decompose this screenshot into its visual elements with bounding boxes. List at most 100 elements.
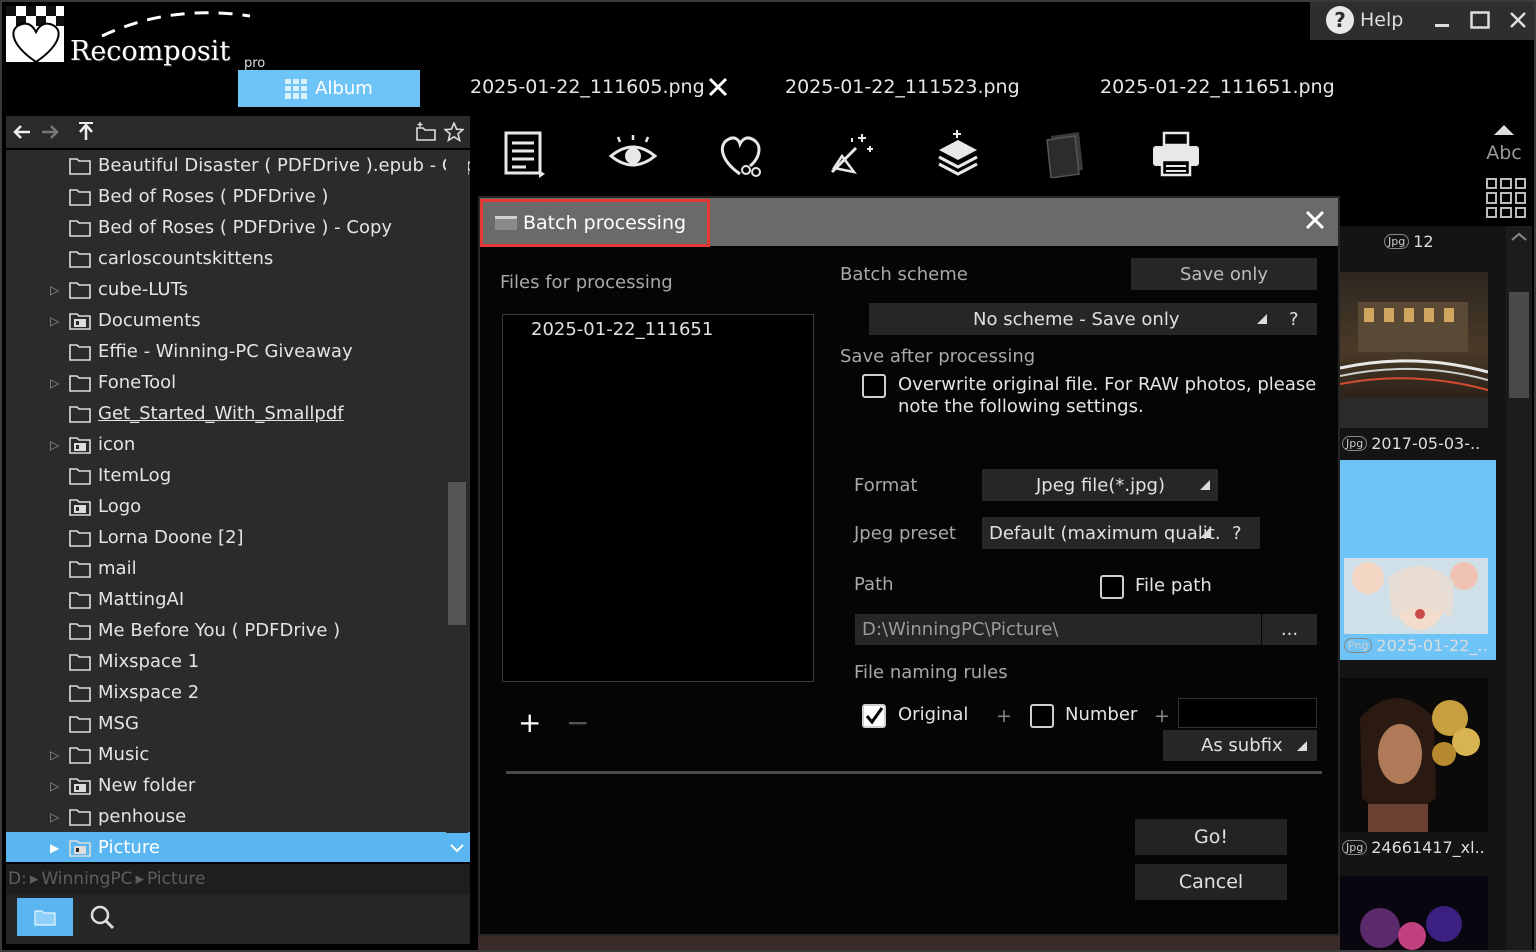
dialog-divider bbox=[506, 771, 1322, 774]
tab-close-button[interactable] bbox=[706, 76, 730, 100]
as-subfix-select[interactable]: As subfix bbox=[1163, 730, 1317, 761]
tree-item[interactable]: MSG bbox=[6, 708, 446, 739]
thumbnail-image-4[interactable] bbox=[1340, 876, 1488, 952]
tree-item[interactable]: ▷ FoneTool bbox=[6, 367, 446, 398]
tab-image-3[interactable]: 2025-01-22_111651.png bbox=[1100, 76, 1335, 98]
expand-arrow-icon[interactable]: ▷ bbox=[50, 283, 62, 297]
cancel-button[interactable]: Cancel bbox=[1135, 864, 1287, 900]
forward-button[interactable] bbox=[36, 118, 64, 146]
maximize-button[interactable] bbox=[1467, 7, 1493, 33]
tree-item[interactable]: MattingAI bbox=[6, 584, 446, 615]
tree-item[interactable]: carloscountskittens bbox=[6, 243, 446, 274]
expand-arrow-icon[interactable]: ▷ bbox=[50, 810, 62, 824]
expand-arrow-icon[interactable]: ▷ bbox=[50, 748, 62, 762]
image-folder-icon bbox=[69, 839, 91, 857]
scheme-select[interactable]: No scheme - Save only ? bbox=[869, 303, 1317, 335]
current-path: D: ▸ WinningPC ▸ Picture bbox=[6, 864, 470, 894]
tree-item[interactable]: Bed of Roses ( PDFDrive ) - Copy bbox=[6, 212, 446, 243]
expand-arrow-icon[interactable]: ▷ bbox=[50, 779, 62, 793]
tab-image-1[interactable]: 2025-01-22_111605.png bbox=[470, 76, 705, 98]
format-label: Format bbox=[854, 475, 918, 496]
print-button[interactable] bbox=[1150, 128, 1202, 180]
dropdown-arrow-icon bbox=[1257, 314, 1267, 324]
overwrite-checkbox[interactable] bbox=[862, 374, 886, 398]
file-path-label: File path bbox=[1135, 575, 1212, 596]
thumbnail-grid-button[interactable] bbox=[1486, 178, 1526, 218]
file-path-checkbox[interactable] bbox=[1100, 575, 1124, 599]
info-list-button[interactable] bbox=[498, 128, 550, 180]
folder-icon bbox=[69, 591, 91, 609]
save-only-button[interactable]: Save only bbox=[1131, 258, 1317, 290]
dialog-close-button[interactable] bbox=[1304, 208, 1326, 238]
minimize-button[interactable] bbox=[1429, 7, 1455, 33]
expand-arrow-icon[interactable]: ▷ bbox=[50, 376, 62, 390]
tree-item[interactable]: ▷ cube-LUTs bbox=[6, 274, 446, 305]
tree-item[interactable]: ▶ Picture bbox=[6, 832, 470, 862]
up-folder-button[interactable] bbox=[72, 118, 100, 146]
thumbnail-image-1[interactable] bbox=[1339, 272, 1489, 428]
arrow-right-icon bbox=[42, 125, 59, 139]
tree-item-label: Bed of Roses ( PDFDrive ) bbox=[98, 186, 329, 207]
thumbnail-scrollbar[interactable] bbox=[1506, 226, 1532, 952]
tree-item[interactable]: Mixspace 1 bbox=[6, 646, 446, 677]
expand-arrow-icon[interactable]: ▷ bbox=[50, 438, 62, 452]
number-checkbox[interactable] bbox=[1030, 704, 1054, 728]
back-button[interactable] bbox=[8, 118, 36, 146]
tree-item[interactable]: Beautiful Disaster ( PDFDrive ).epub - C… bbox=[6, 150, 470, 181]
effects-button[interactable] bbox=[932, 128, 984, 180]
thumbnail-count: Jpg 12 bbox=[1384, 232, 1434, 251]
preset-help-button[interactable]: ? bbox=[1232, 523, 1242, 544]
path-segment[interactable]: Picture bbox=[147, 869, 205, 889]
close-window-button[interactable] bbox=[1505, 7, 1531, 33]
magic-button[interactable] bbox=[825, 128, 877, 180]
tree-item[interactable]: ▷ New folder bbox=[6, 770, 446, 801]
format-select[interactable]: Jpeg file(*.jpg) bbox=[982, 469, 1218, 501]
thumbnail-scrollbar-thumb[interactable] bbox=[1509, 292, 1529, 398]
expand-arrow-icon[interactable]: ▶ bbox=[50, 841, 62, 855]
tree-item[interactable]: ▷ Music bbox=[6, 739, 446, 770]
tree-item-label: Mixspace 1 bbox=[98, 651, 200, 672]
tree-item[interactable]: Get_Started_With_Smallpdf bbox=[6, 398, 446, 429]
jpeg-preset-select[interactable]: Default (maximum qualit. ? bbox=[982, 517, 1260, 549]
dialog-titlebar[interactable]: Batch processing bbox=[480, 198, 1338, 247]
scheme-help-button[interactable]: ? bbox=[1289, 309, 1299, 330]
list-item[interactable]: 2025-01-22_111651 bbox=[531, 319, 713, 340]
suffix-input[interactable] bbox=[1178, 698, 1317, 728]
recompose-button[interactable] bbox=[715, 128, 767, 180]
go-button[interactable]: Go! bbox=[1135, 819, 1287, 855]
folder-view-button[interactable] bbox=[17, 898, 73, 936]
remove-file-button[interactable]: − bbox=[566, 706, 589, 739]
tree-item[interactable]: mail bbox=[6, 553, 446, 584]
tree-item[interactable]: Effie - Winning-PC Giveaway bbox=[6, 336, 446, 367]
search-button[interactable] bbox=[86, 900, 118, 934]
tree-item[interactable]: Lorna Doone [2] bbox=[6, 522, 446, 553]
tree-item[interactable]: Mixspace 2 bbox=[6, 677, 446, 708]
tab-image-2[interactable]: 2025-01-22_111523.png bbox=[785, 76, 1020, 98]
path-segment[interactable]: WinningPC bbox=[41, 869, 132, 889]
tree-item[interactable]: ItemLog bbox=[6, 460, 446, 491]
new-folder-button[interactable] bbox=[412, 118, 440, 146]
help-button[interactable]: ? Help bbox=[1326, 6, 1403, 34]
thumbnail-image-2[interactable] bbox=[1344, 558, 1488, 634]
favorite-button[interactable] bbox=[440, 118, 468, 146]
album-button[interactable]: Album bbox=[238, 70, 420, 107]
view-button[interactable] bbox=[607, 128, 659, 180]
path-input[interactable]: D:\WinningPC\Picture\ bbox=[855, 614, 1261, 645]
tree-item-label: Music bbox=[98, 744, 150, 765]
tree-item[interactable]: Me Before You ( PDFDrive ) bbox=[6, 615, 446, 646]
stack-button[interactable] bbox=[1040, 128, 1092, 180]
tree-item[interactable]: ▷ icon bbox=[6, 429, 446, 460]
original-checkbox[interactable] bbox=[862, 704, 886, 728]
add-file-button[interactable]: + bbox=[518, 706, 541, 739]
tree-scroll-down-button[interactable] bbox=[446, 833, 468, 862]
tree-scrollbar-thumb[interactable] bbox=[448, 482, 466, 625]
tree-item[interactable]: ▷ Documents bbox=[6, 305, 446, 336]
tree-item[interactable]: Bed of Roses ( PDFDrive ) bbox=[6, 181, 446, 212]
thumbnail-image-3[interactable] bbox=[1340, 678, 1488, 832]
expand-arrow-icon[interactable]: ▷ bbox=[50, 314, 62, 328]
tree-item[interactable]: ▷ penhouse bbox=[6, 801, 446, 832]
browse-button[interactable]: ... bbox=[1262, 614, 1317, 645]
tree-item[interactable]: Logo bbox=[6, 491, 446, 522]
sort-control[interactable]: Abc bbox=[1484, 120, 1524, 164]
files-list[interactable]: 2025-01-22_111651 bbox=[502, 314, 814, 682]
